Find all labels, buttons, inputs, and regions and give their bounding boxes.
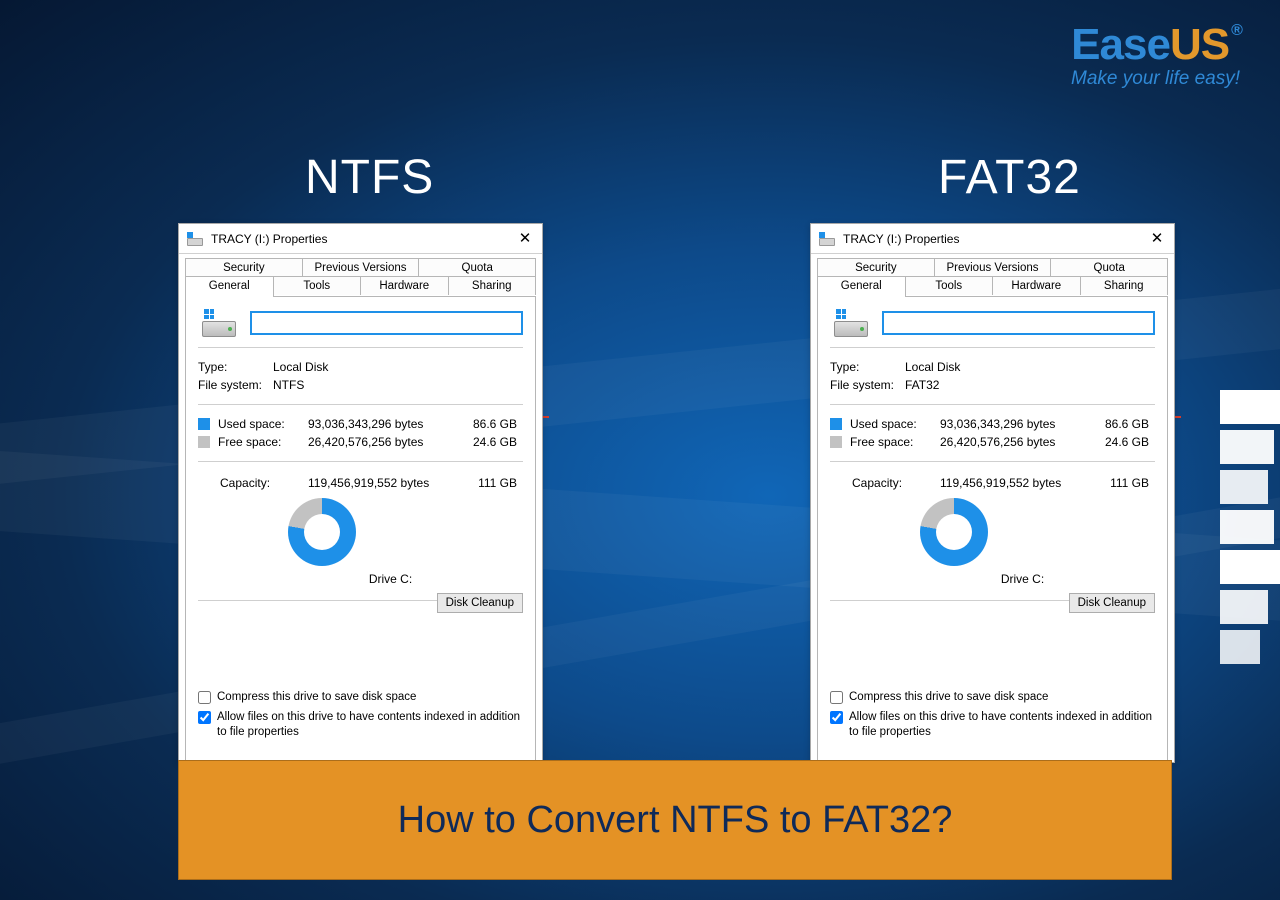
titlebar[interactable]: TRACY (I:) Properties ✕ [179, 224, 542, 254]
banner-text: How to Convert NTFS to FAT32? [398, 799, 953, 842]
tab-general[interactable]: General [817, 276, 906, 297]
tab-strip: Security Previous Versions Quota General… [811, 254, 1174, 296]
heading-fat32: FAT32 [938, 150, 1081, 205]
window-title: TRACY (I:) Properties [843, 232, 959, 246]
type-value: Local Disk [273, 360, 523, 374]
drive-icon-large [202, 309, 236, 337]
usage-pie-chart [288, 498, 356, 566]
free-label: Free space: [218, 435, 308, 449]
compress-label: Compress this drive to save disk space [849, 690, 1155, 706]
properties-dialog-ntfs: TRACY (I:) Properties ✕ Security Previou… [178, 223, 543, 763]
compress-label: Compress this drive to save disk space [217, 690, 523, 706]
window-title: TRACY (I:) Properties [211, 232, 327, 246]
tab-page-general: Type:Local Disk File system:NTFS Used sp… [185, 296, 536, 776]
used-swatch [830, 418, 842, 430]
capacity-bytes: 119,456,919,552 bytes [308, 476, 438, 490]
properties-dialog-fat32: TRACY (I:) Properties ✕ Security Previou… [810, 223, 1175, 763]
free-bytes: 26,420,576,256 bytes [308, 435, 438, 449]
tab-previous-versions[interactable]: Previous Versions [934, 258, 1052, 277]
capacity-gb: 111 GB [438, 476, 523, 490]
tab-hardware[interactable]: Hardware [360, 276, 449, 295]
free-gb: 24.6 GB [438, 435, 523, 449]
index-checkbox[interactable] [198, 711, 211, 724]
free-label: Free space: [850, 435, 940, 449]
used-bytes: 93,036,343,296 bytes [940, 417, 1070, 431]
windows-logo-bars [1220, 390, 1280, 664]
used-gb: 86.6 GB [438, 417, 523, 431]
used-label: Used space: [218, 417, 308, 431]
logo-tagline: Make your life easy! [1071, 68, 1240, 90]
type-value: Local Disk [905, 360, 1155, 374]
capacity-label: Capacity: [830, 476, 940, 490]
drive-icon [819, 232, 835, 246]
used-label: Used space: [850, 417, 940, 431]
capacity-gb: 111 GB [1070, 476, 1155, 490]
free-bytes: 26,420,576,256 bytes [940, 435, 1070, 449]
drive-label: Drive C: [258, 572, 523, 586]
usage-pie-chart [920, 498, 988, 566]
close-button[interactable]: ✕ [516, 230, 534, 248]
tab-quota[interactable]: Quota [418, 258, 536, 277]
index-label: Allow files on this drive to have conten… [217, 710, 523, 741]
tab-strip: Security Previous Versions Quota General… [179, 254, 542, 296]
logo-reg: ® [1231, 22, 1242, 39]
titlebar[interactable]: TRACY (I:) Properties ✕ [811, 224, 1174, 254]
logo-ease: Ease [1071, 20, 1170, 69]
used-bytes: 93,036,343,296 bytes [308, 417, 438, 431]
drive-label: Drive C: [890, 572, 1155, 586]
tab-tools[interactable]: Tools [905, 276, 994, 295]
tab-quota[interactable]: Quota [1050, 258, 1168, 277]
index-label: Allow files on this drive to have conten… [849, 710, 1155, 741]
filesystem-value: NTFS [273, 378, 523, 392]
tab-security[interactable]: Security [185, 258, 303, 277]
volume-label-input[interactable] [250, 311, 523, 335]
tab-general[interactable]: General [185, 276, 274, 297]
volume-label-input[interactable] [882, 311, 1155, 335]
heading-ntfs: NTFS [305, 150, 434, 205]
free-gb: 24.6 GB [1070, 435, 1155, 449]
tab-sharing[interactable]: Sharing [1080, 276, 1169, 295]
drive-icon-large [834, 309, 868, 337]
filesystem-label: File system: [830, 378, 905, 392]
easeus-logo: EaseUS® Make your life easy! [1071, 20, 1240, 90]
type-label: Type: [830, 360, 905, 374]
free-swatch [198, 436, 210, 448]
bottom-banner: How to Convert NTFS to FAT32? [178, 760, 1172, 880]
filesystem-label: File system: [198, 378, 273, 392]
compress-checkbox[interactable] [198, 691, 211, 704]
capacity-label: Capacity: [198, 476, 308, 490]
tab-sharing[interactable]: Sharing [448, 276, 537, 295]
disk-cleanup-button[interactable]: Disk Cleanup [1069, 593, 1155, 613]
tab-previous-versions[interactable]: Previous Versions [302, 258, 420, 277]
free-swatch [830, 436, 842, 448]
drive-icon [187, 232, 203, 246]
tab-security[interactable]: Security [817, 258, 935, 277]
used-swatch [198, 418, 210, 430]
type-label: Type: [198, 360, 273, 374]
filesystem-value: FAT32 [905, 378, 1155, 392]
tab-page-general: Type:Local Disk File system:FAT32 Used s… [817, 296, 1168, 776]
disk-cleanup-button[interactable]: Disk Cleanup [437, 593, 523, 613]
close-button[interactable]: ✕ [1148, 230, 1166, 248]
capacity-bytes: 119,456,919,552 bytes [940, 476, 1070, 490]
tab-tools[interactable]: Tools [273, 276, 362, 295]
index-checkbox[interactable] [830, 711, 843, 724]
tab-hardware[interactable]: Hardware [992, 276, 1081, 295]
logo-us: US [1170, 20, 1229, 69]
used-gb: 86.6 GB [1070, 417, 1155, 431]
compress-checkbox[interactable] [830, 691, 843, 704]
